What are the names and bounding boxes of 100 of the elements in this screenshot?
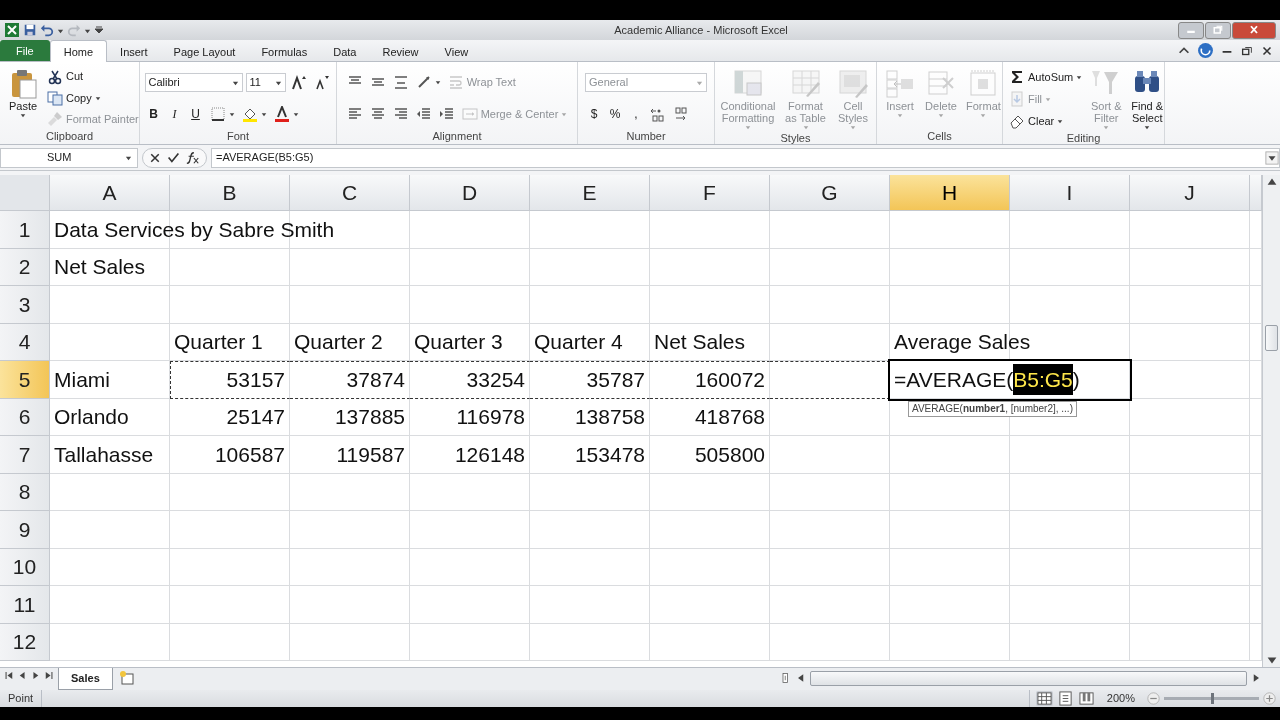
active-cell[interactable]: =AVERAGE(B5:G5) — [890, 361, 1130, 399]
ribbon-tab[interactable]: Review — [369, 41, 432, 61]
row-header[interactable]: 3 — [0, 286, 50, 324]
column-header[interactable]: D — [410, 175, 530, 211]
table-cell[interactable]: Net Sales — [54, 248, 146, 285]
bold-button[interactable]: B — [144, 105, 163, 124]
sheet-tab[interactable]: Sales — [58, 668, 113, 690]
minimize-button[interactable] — [1178, 21, 1204, 39]
caret-icon[interactable] — [1057, 118, 1064, 124]
column-header[interactable]: G — [770, 175, 890, 211]
row-header[interactable]: 1 — [0, 211, 50, 249]
ribbon-tab[interactable]: Page Layout — [160, 41, 249, 61]
dropdown-field[interactable]: Calibri — [144, 72, 243, 92]
column-header[interactable]: I — [1010, 175, 1130, 211]
column-header[interactable]: A — [50, 175, 170, 211]
first-icon[interactable] — [4, 670, 15, 681]
close-button[interactable] — [1232, 21, 1276, 39]
column-header[interactable]: C — [290, 175, 410, 211]
cell-editor[interactable]: =AVERAGE(B5:G5) — [894, 361, 1080, 398]
undo-icon[interactable] — [40, 23, 54, 37]
row-header[interactable]: 12 — [0, 623, 50, 661]
row-header[interactable]: 10 — [0, 548, 50, 586]
customize-icon[interactable] — [94, 25, 104, 35]
enter-icon[interactable] — [167, 151, 180, 164]
table-cell[interactable]: Tallahasse — [54, 436, 154, 473]
number-format-button[interactable]: % — [606, 105, 624, 124]
column-header[interactable]: E — [530, 175, 650, 211]
view-button[interactable] — [1077, 691, 1095, 706]
view-button[interactable] — [1035, 691, 1053, 706]
ribbon-button[interactable]: Find & Select — [1128, 66, 1167, 132]
table-cell[interactable]: 138758 — [574, 398, 645, 435]
help-icon[interactable] — [1197, 42, 1214, 59]
ribbon-button[interactable]: Copy — [45, 88, 103, 108]
ribbon-button[interactable]: AutoSum — [1007, 67, 1085, 87]
name-box[interactable]: SUM — [0, 147, 138, 168]
last-icon[interactable] — [43, 670, 54, 681]
ribbon-tab[interactable]: Formulas — [248, 41, 321, 61]
slider-thumb[interactable] — [1210, 693, 1214, 704]
row-header[interactable]: 7 — [0, 436, 50, 474]
caret-icon[interactable] — [292, 111, 299, 118]
ribbon-tab[interactable]: Insert — [107, 41, 161, 61]
caret-icon[interactable] — [260, 111, 267, 118]
ribbon-button[interactable]: Cut — [45, 67, 86, 86]
row-header[interactable]: 9 — [0, 511, 50, 549]
expand-icon[interactable] — [1265, 150, 1279, 165]
table-cell[interactable]: 25147 — [226, 398, 285, 435]
zoom-out-icon[interactable] — [1147, 692, 1160, 705]
caret-icon[interactable] — [125, 154, 132, 161]
italic-button[interactable]: I — [165, 105, 184, 124]
table-cell[interactable]: Quarter 4 — [534, 323, 623, 360]
table-cell[interactable]: 126148 — [454, 436, 525, 473]
scroll-thumb[interactable] — [810, 670, 1247, 686]
row-header[interactable]: 2 — [0, 248, 50, 286]
caret-icon[interactable] — [94, 95, 101, 101]
row-header[interactable]: 6 — [0, 398, 50, 436]
ribbon-tab[interactable]: Data — [320, 41, 370, 61]
number-format-button[interactable]: $ — [585, 105, 603, 124]
cancel-icon[interactable] — [149, 151, 161, 164]
table-cell[interactable]: 116978 — [456, 398, 525, 435]
table-cell[interactable]: 106587 — [214, 436, 285, 473]
view-button[interactable] — [1056, 691, 1074, 706]
ribbon-button[interactable]: Paste — [4, 66, 42, 130]
row-header[interactable]: 8 — [0, 473, 50, 511]
number-format-button[interactable]: , — [627, 105, 645, 124]
table-cell[interactable]: Quarter 3 — [414, 323, 503, 360]
table-cell[interactable]: Net Sales — [654, 323, 746, 360]
column-header[interactable]: J — [1130, 175, 1250, 211]
next-icon[interactable] — [30, 670, 41, 681]
ribbon-button[interactable]: Clear — [1007, 111, 1066, 131]
row-header[interactable]: 4 — [0, 323, 50, 361]
dropdown-field[interactable]: 11 — [245, 72, 286, 92]
column-header[interactable]: H — [890, 175, 1010, 211]
new-sheet-icon[interactable] — [118, 670, 135, 686]
zoom-in-icon[interactable] — [1263, 692, 1276, 705]
caret-icon[interactable] — [1076, 74, 1083, 80]
excel-icon[interactable] — [4, 22, 20, 38]
table-cell[interactable]: Average Sales — [894, 323, 1031, 360]
table-cell[interactable]: Orlando — [54, 398, 129, 435]
underline-button[interactable]: U — [186, 105, 205, 124]
ribbon-tab[interactable]: Home — [49, 40, 108, 62]
prev-icon[interactable] — [17, 670, 28, 681]
table-cell[interactable]: 418768 — [694, 398, 765, 435]
row-header[interactable]: 11 — [0, 586, 50, 624]
table-cell[interactable]: 505800 — [694, 436, 765, 473]
table-cell[interactable]: Quarter 1 — [174, 323, 263, 360]
select-all-button[interactable] — [0, 175, 50, 211]
column-header[interactable]: B — [170, 175, 290, 211]
row-header[interactable]: 5 — [0, 361, 50, 399]
fx-icon[interactable] — [186, 150, 200, 165]
table-cell[interactable]: 153478 — [574, 436, 645, 473]
table-cell[interactable]: 137885 — [334, 398, 405, 435]
ribbon-tab[interactable]: View — [431, 41, 482, 61]
ribbon-tab[interactable]: File — [0, 40, 50, 61]
table-cell[interactable]: 119587 — [336, 436, 405, 473]
caret-icon[interactable] — [434, 79, 441, 85]
formula-field[interactable]: =AVERAGE(B5:G5) — [211, 147, 1280, 168]
column-header[interactable]: F — [650, 175, 770, 211]
table-cell[interactable]: Quarter 2 — [294, 323, 383, 360]
table-cell[interactable]: Miami — [54, 361, 110, 398]
save-icon[interactable] — [23, 23, 37, 37]
